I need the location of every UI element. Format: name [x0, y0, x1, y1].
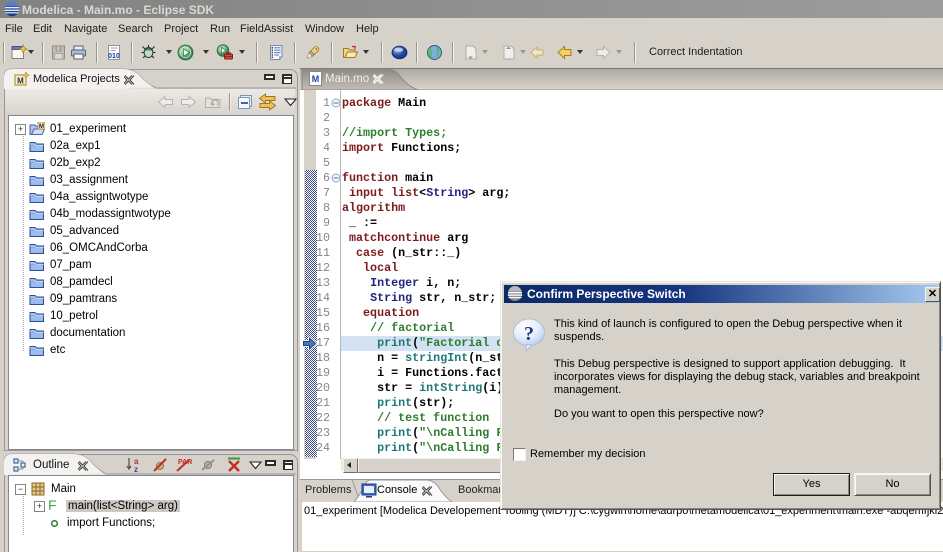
svg-text:M: M — [312, 74, 320, 84]
svg-text:M: M — [39, 124, 44, 130]
svg-text:010: 010 — [108, 53, 120, 60]
svg-text:z: z — [134, 465, 138, 474]
svg-text:?: ? — [524, 323, 534, 345]
svg-text:M: M — [17, 77, 24, 86]
